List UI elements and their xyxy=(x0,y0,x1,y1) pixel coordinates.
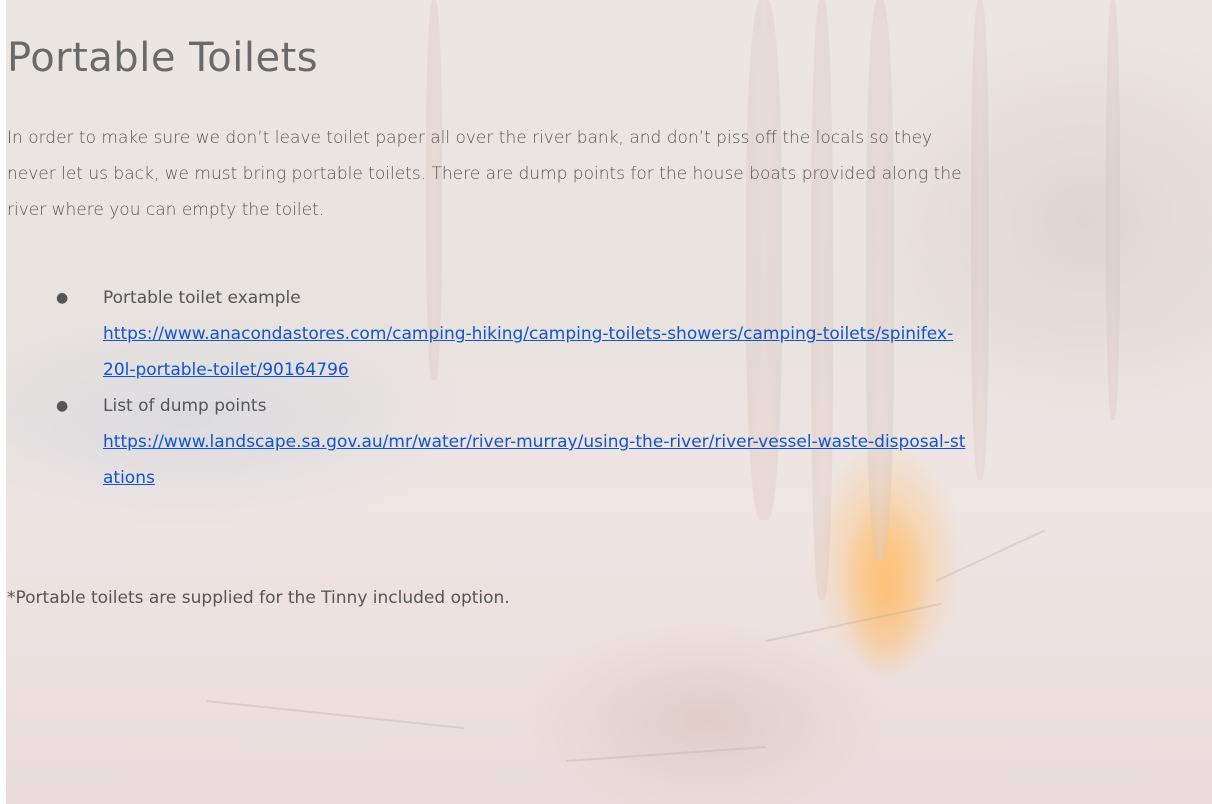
portable-toilet-link[interactable]: https://www.anacondastores.com/camping-h… xyxy=(103,316,1212,388)
intro-line: river where you can empty the toilet. xyxy=(7,200,325,220)
footnote: *Portable toilets are supplied for the T… xyxy=(7,588,510,608)
ground-stick xyxy=(205,700,465,730)
resource-list: ● Portable toilet example https://www.an… xyxy=(0,280,1212,496)
link-text[interactable]: https://www.anacondastores.com/camping-h… xyxy=(103,324,953,344)
intro-line: In order to make sure we don’t leave toi… xyxy=(7,128,933,148)
link-text[interactable]: 20l-portable-toilet/90164796 xyxy=(103,360,349,380)
intro-paragraph: In order to make sure we don’t leave toi… xyxy=(7,120,1207,228)
link-text[interactable]: https://www.landscape.sa.gov.au/mr/water… xyxy=(103,432,965,452)
ground-stick xyxy=(765,602,943,642)
item-label: List of dump points xyxy=(103,396,267,416)
list-item-portable-toilet: ● Portable toilet example https://www.an… xyxy=(0,280,1212,388)
item-label: Portable toilet example xyxy=(103,288,301,308)
list-item-dump-points: ● List of dump points https://www.landsc… xyxy=(0,388,1212,496)
bullet-icon: ● xyxy=(56,398,69,414)
page-title: Portable Toilets xyxy=(7,35,319,81)
link-text[interactable]: ations xyxy=(103,468,155,488)
dump-points-link[interactable]: https://www.landscape.sa.gov.au/mr/water… xyxy=(103,424,1212,496)
ground-stick xyxy=(935,529,1046,582)
intro-line: never let us back, we must bring portabl… xyxy=(7,164,962,184)
page: Portable Toilets In order to make sure w… xyxy=(0,0,1212,804)
bullet-icon: ● xyxy=(56,290,69,306)
ground-stick xyxy=(565,746,766,762)
